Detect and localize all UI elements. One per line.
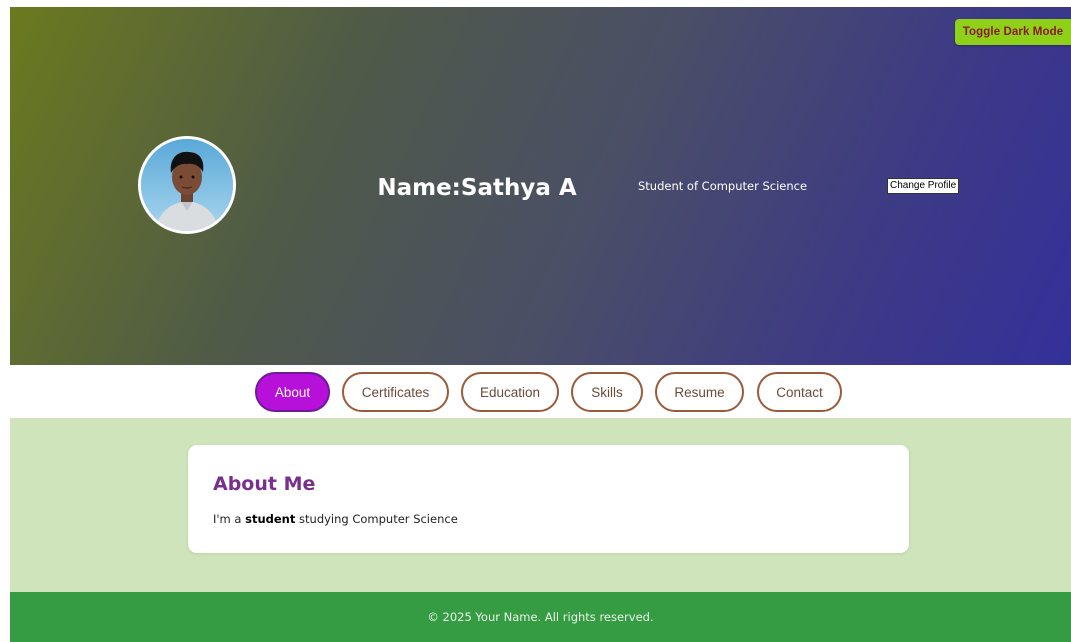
about-text-suffix: studying Computer Science (295, 512, 458, 526)
about-text-prefix: I'm a (213, 512, 246, 526)
toggle-dark-mode-button[interactable]: Toggle Dark Mode (955, 19, 1071, 45)
profile-name: Name:Sathya A (377, 175, 577, 201)
nav-item-contact[interactable]: Contact (757, 372, 842, 412)
portfolio-page: Toggle Dark Mode Name:Sathya A Student o… (0, 0, 1071, 642)
nav-item-certificates[interactable]: Certificates (342, 372, 449, 412)
main-nav: About Certificates Education Skills Resu… (10, 365, 1071, 418)
about-card: About Me I'm a student studying Computer… (188, 445, 909, 553)
about-text-bold: student (245, 512, 296, 526)
main-content: About Me I'm a student studying Computer… (10, 418, 1071, 592)
about-text: I'm a student studying Computer Science (213, 511, 458, 527)
nav-item-education[interactable]: Education (461, 372, 559, 412)
change-profile-button[interactable]: Change Profile (887, 178, 960, 194)
profile-photo-icon (141, 139, 233, 231)
nav-item-skills[interactable]: Skills (571, 372, 643, 412)
nav-item-about[interactable]: About (255, 372, 330, 412)
profile-subtitle: Student of Computer Science (638, 179, 808, 193)
footer-text: © 2025 Your Name. All rights reserved. (427, 610, 654, 624)
about-heading: About Me (213, 473, 316, 495)
avatar (138, 136, 236, 234)
profile-header: Toggle Dark Mode Name:Sathya A Student o… (10, 7, 1071, 365)
nav-item-resume[interactable]: Resume (655, 372, 744, 412)
footer: © 2025 Your Name. All rights reserved. (10, 592, 1071, 642)
